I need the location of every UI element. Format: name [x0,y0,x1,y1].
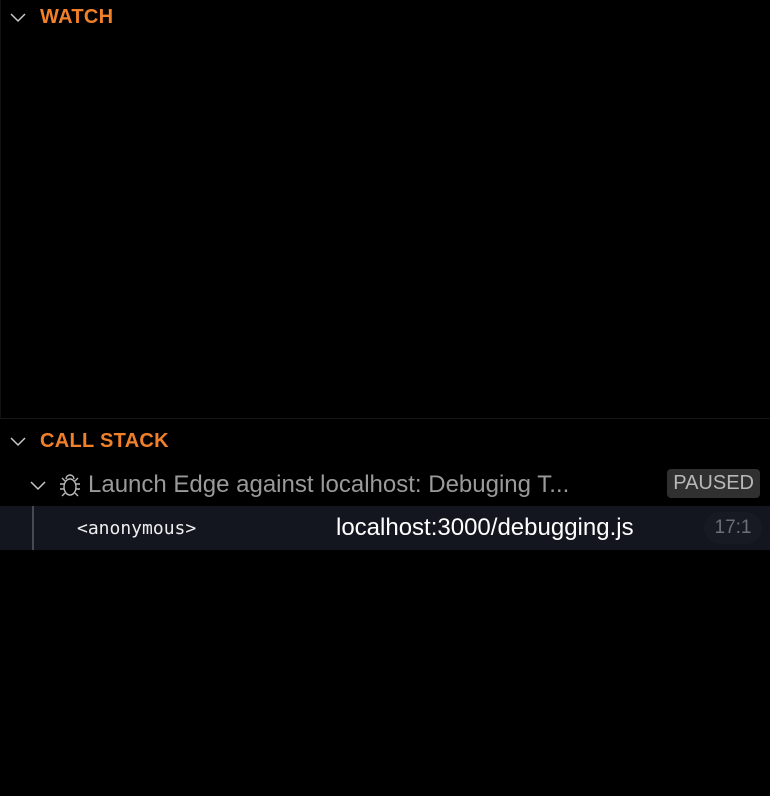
call-stack-section-header[interactable]: CALL STACK [0,424,770,458]
bug-icon [60,474,80,497]
status-badge: PAUSED [667,469,760,498]
watch-title: WATCH [40,5,114,28]
chevron-down-icon[interactable] [30,477,46,493]
chevron-down-icon[interactable] [10,9,26,25]
call-stack-title: CALL STACK [40,429,169,452]
indent-guide [32,506,34,550]
stack-frame-row[interactable]: <anonymous> localhost:3000/debugging.js … [0,506,770,550]
session-name: Launch Edge against localhost: Debuging … [88,471,570,498]
debug-session-row[interactable]: Launch Edge against localhost: Debuging … [0,465,770,505]
section-divider [0,418,770,419]
frame-file: localhost:3000/debugging.js [336,514,634,541]
frame-function: <anonymous> [77,518,197,539]
chevron-down-icon[interactable] [10,433,26,449]
panel-border [0,0,1,418]
watch-section-header[interactable]: WATCH [0,0,770,34]
frame-position: 17:1 [704,512,762,544]
